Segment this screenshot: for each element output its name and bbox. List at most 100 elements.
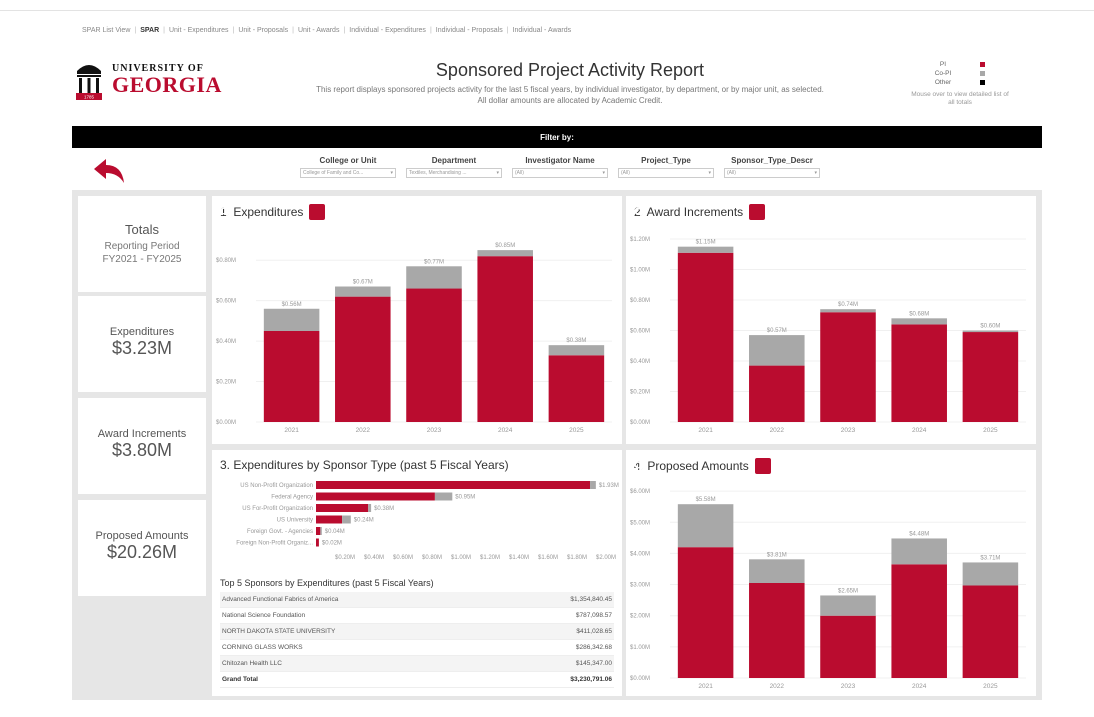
bar-pi-2021: [677, 252, 734, 422]
nav-tab-individual-expenditures[interactable]: Individual - Expenditures: [349, 27, 426, 34]
hbar-copi: [590, 481, 596, 489]
bar-copi-2025: [548, 345, 605, 356]
proposed-amounts-card[interactable]: Proposed Amounts $20.26M: [78, 500, 206, 596]
nav-separator: |: [292, 26, 294, 34]
bar-value-label: $0.38M: [374, 506, 394, 512]
y-tick-label: $0.80M: [630, 298, 650, 304]
hbar-pi: [316, 504, 369, 512]
x-tick-label: $1.40M: [509, 555, 529, 561]
sponsor-type-title-text: 3. Expenditures by Sponsor Type (past 5 …: [220, 458, 509, 472]
report-description-line-2: All dollar amounts are allocated by Acad…: [477, 96, 663, 105]
bar-pi-2023: [406, 288, 462, 422]
arch-logo-icon: 1785: [76, 65, 102, 100]
bar-pi-2024: [891, 324, 947, 422]
y-tick-label: $6.00M: [630, 489, 650, 495]
y-tick-label: $1.00M: [630, 268, 650, 274]
x-tick-label: 2021: [698, 427, 713, 434]
x-tick-label: $1.20M: [480, 555, 500, 561]
x-tick-label: 2021: [284, 427, 299, 434]
expenditures-panel-title: 1. Expenditures: [220, 204, 326, 220]
legend-item-other: Other: [918, 78, 1008, 87]
nav-separator: |: [232, 26, 235, 34]
sponsor-amount: $145,347.00: [575, 660, 612, 667]
magnifier-icon[interactable]: [220, 204, 326, 220]
bar-total-label: $0.68M: [909, 311, 929, 317]
legend-item-pi: PI: [918, 60, 1008, 69]
category-label: Foreign Non-Profit Organiz...: [236, 541, 313, 547]
back-arrow-icon[interactable]: [92, 157, 128, 187]
table-row: National Science Foundation $787,098.57: [220, 608, 614, 624]
logo-year: 1785: [84, 95, 95, 100]
award-increments-total-label: Award Increments: [97, 428, 187, 440]
filter-dropdown[interactable]: College of Family and Co... ▾: [300, 168, 396, 178]
x-tick-label: 2023: [841, 683, 856, 690]
legend-item-copi: Co-PI: [918, 69, 1008, 78]
nav-tab-spar[interactable]: SPAR: [140, 27, 159, 34]
y-tick-label: $0.40M: [630, 359, 650, 365]
nav-tab-unit-expenditures[interactable]: Unit - Expenditures: [169, 27, 229, 34]
y-tick-label: $0.20M: [630, 390, 650, 396]
report-description: This report displays sponsored projects …: [250, 84, 890, 106]
bar-copi-2025: [962, 330, 1019, 333]
category-label: Federal Agency: [271, 495, 313, 501]
filter-dropdown[interactable]: (All) ▾: [618, 168, 714, 178]
bar-total-label: $0.67M: [353, 280, 373, 286]
x-tick-label: $0.80M: [422, 555, 442, 561]
filter-value: (All): [515, 170, 524, 176]
x-tick-label: $2.00M: [596, 555, 616, 561]
hbar-copi: [434, 492, 453, 501]
filter-label: Department: [431, 156, 477, 165]
bar-pi-2023: [820, 312, 876, 422]
proposed-amounts-chart: $0.00M $1.00M $2.00M $3.00M $4.00M $5.00M $6.0…: [630, 489, 1026, 690]
bar-value-label: $0.04M: [325, 529, 345, 535]
bar-total-label: $3.81M: [767, 552, 787, 558]
bar-pi-2021: [263, 331, 320, 422]
filter-dropdown[interactable]: (All) ▾: [724, 168, 820, 178]
color-legend: PI Co-PI Other Mouse over to view detail…: [911, 60, 1009, 107]
y-tick-label: $0.00M: [216, 420, 236, 426]
magnifier-icon[interactable]: [634, 458, 771, 474]
filter-department: Department Textiles, Merchandising ... ▾: [406, 156, 502, 180]
nav-tab-individual-awards[interactable]: Individual - Awards: [513, 27, 572, 34]
sponsor-name: CORNING GLASS WORKS: [222, 644, 303, 651]
nav-tab-unit-awards[interactable]: Unit - Awards: [298, 27, 340, 34]
filter-dropdown[interactable]: Textiles, Merchandising ... ▾: [406, 168, 502, 178]
award-increments-card[interactable]: Award Increments $3.80M: [78, 398, 206, 494]
proposed-amounts-title-text: 4. Proposed Amounts: [634, 459, 749, 473]
x-tick-label: 2023: [841, 427, 856, 434]
bar-copi-2022: [335, 286, 391, 297]
nav-separator: |: [134, 26, 137, 34]
x-tick-label: 2024: [498, 427, 513, 434]
expenditures-total-label: Expenditures: [109, 326, 175, 338]
x-tick-label: $1.80M: [567, 555, 587, 561]
y-tick-label: $4.00M: [630, 551, 650, 557]
x-tick-label: 2024: [912, 427, 927, 434]
legend-swatch-pi: [980, 62, 985, 67]
bar-value-label: $0.24M: [354, 518, 374, 524]
magnifier-icon[interactable]: [634, 204, 766, 220]
filter-dropdown[interactable]: (All) ▾: [512, 168, 608, 178]
bar-copi-2021: [677, 246, 734, 253]
bar-total-label: $0.60M: [980, 324, 1000, 330]
x-tick-label: 2024: [912, 683, 927, 690]
hbar-copi: [368, 504, 372, 512]
filter-investigator-name: Investigator Name (All) ▾: [512, 156, 608, 180]
y-tick-label: $1.20M: [630, 237, 650, 243]
top-sponsors-rows: Advanced Functional Fabrics of America $1…: [220, 592, 614, 688]
y-tick-label: $2.00M: [630, 614, 650, 620]
top-sponsors-title: Top 5 Sponsors by Expenditures (past 5 F…: [220, 578, 434, 588]
sponsor-amount: $1,354,840.45: [570, 596, 612, 603]
expenditures-card[interactable]: Expenditures $3.23M: [78, 296, 206, 392]
nav-tab-unit-proposals[interactable]: Unit - Proposals: [238, 27, 288, 34]
nav-tab-spar-list-view[interactable]: SPAR List View: [82, 27, 130, 34]
y-tick-label: $3.00M: [630, 583, 650, 589]
bar-total-label: $0.74M: [838, 302, 858, 308]
bar-pi-2024: [477, 256, 533, 422]
nav-tab-individual-proposals[interactable]: Individual - Proposals: [436, 27, 503, 34]
x-tick-label: 2022: [770, 427, 785, 434]
bar-total-label: $4.48M: [909, 531, 929, 537]
filter-value: College of Family and Co...: [303, 170, 364, 176]
sponsor-type-panel-title: 3. Expenditures by Sponsor Type (past 5 …: [220, 458, 509, 472]
top-divider: [0, 10, 1094, 11]
logo-georgia-text: GEORGIA: [112, 71, 222, 97]
